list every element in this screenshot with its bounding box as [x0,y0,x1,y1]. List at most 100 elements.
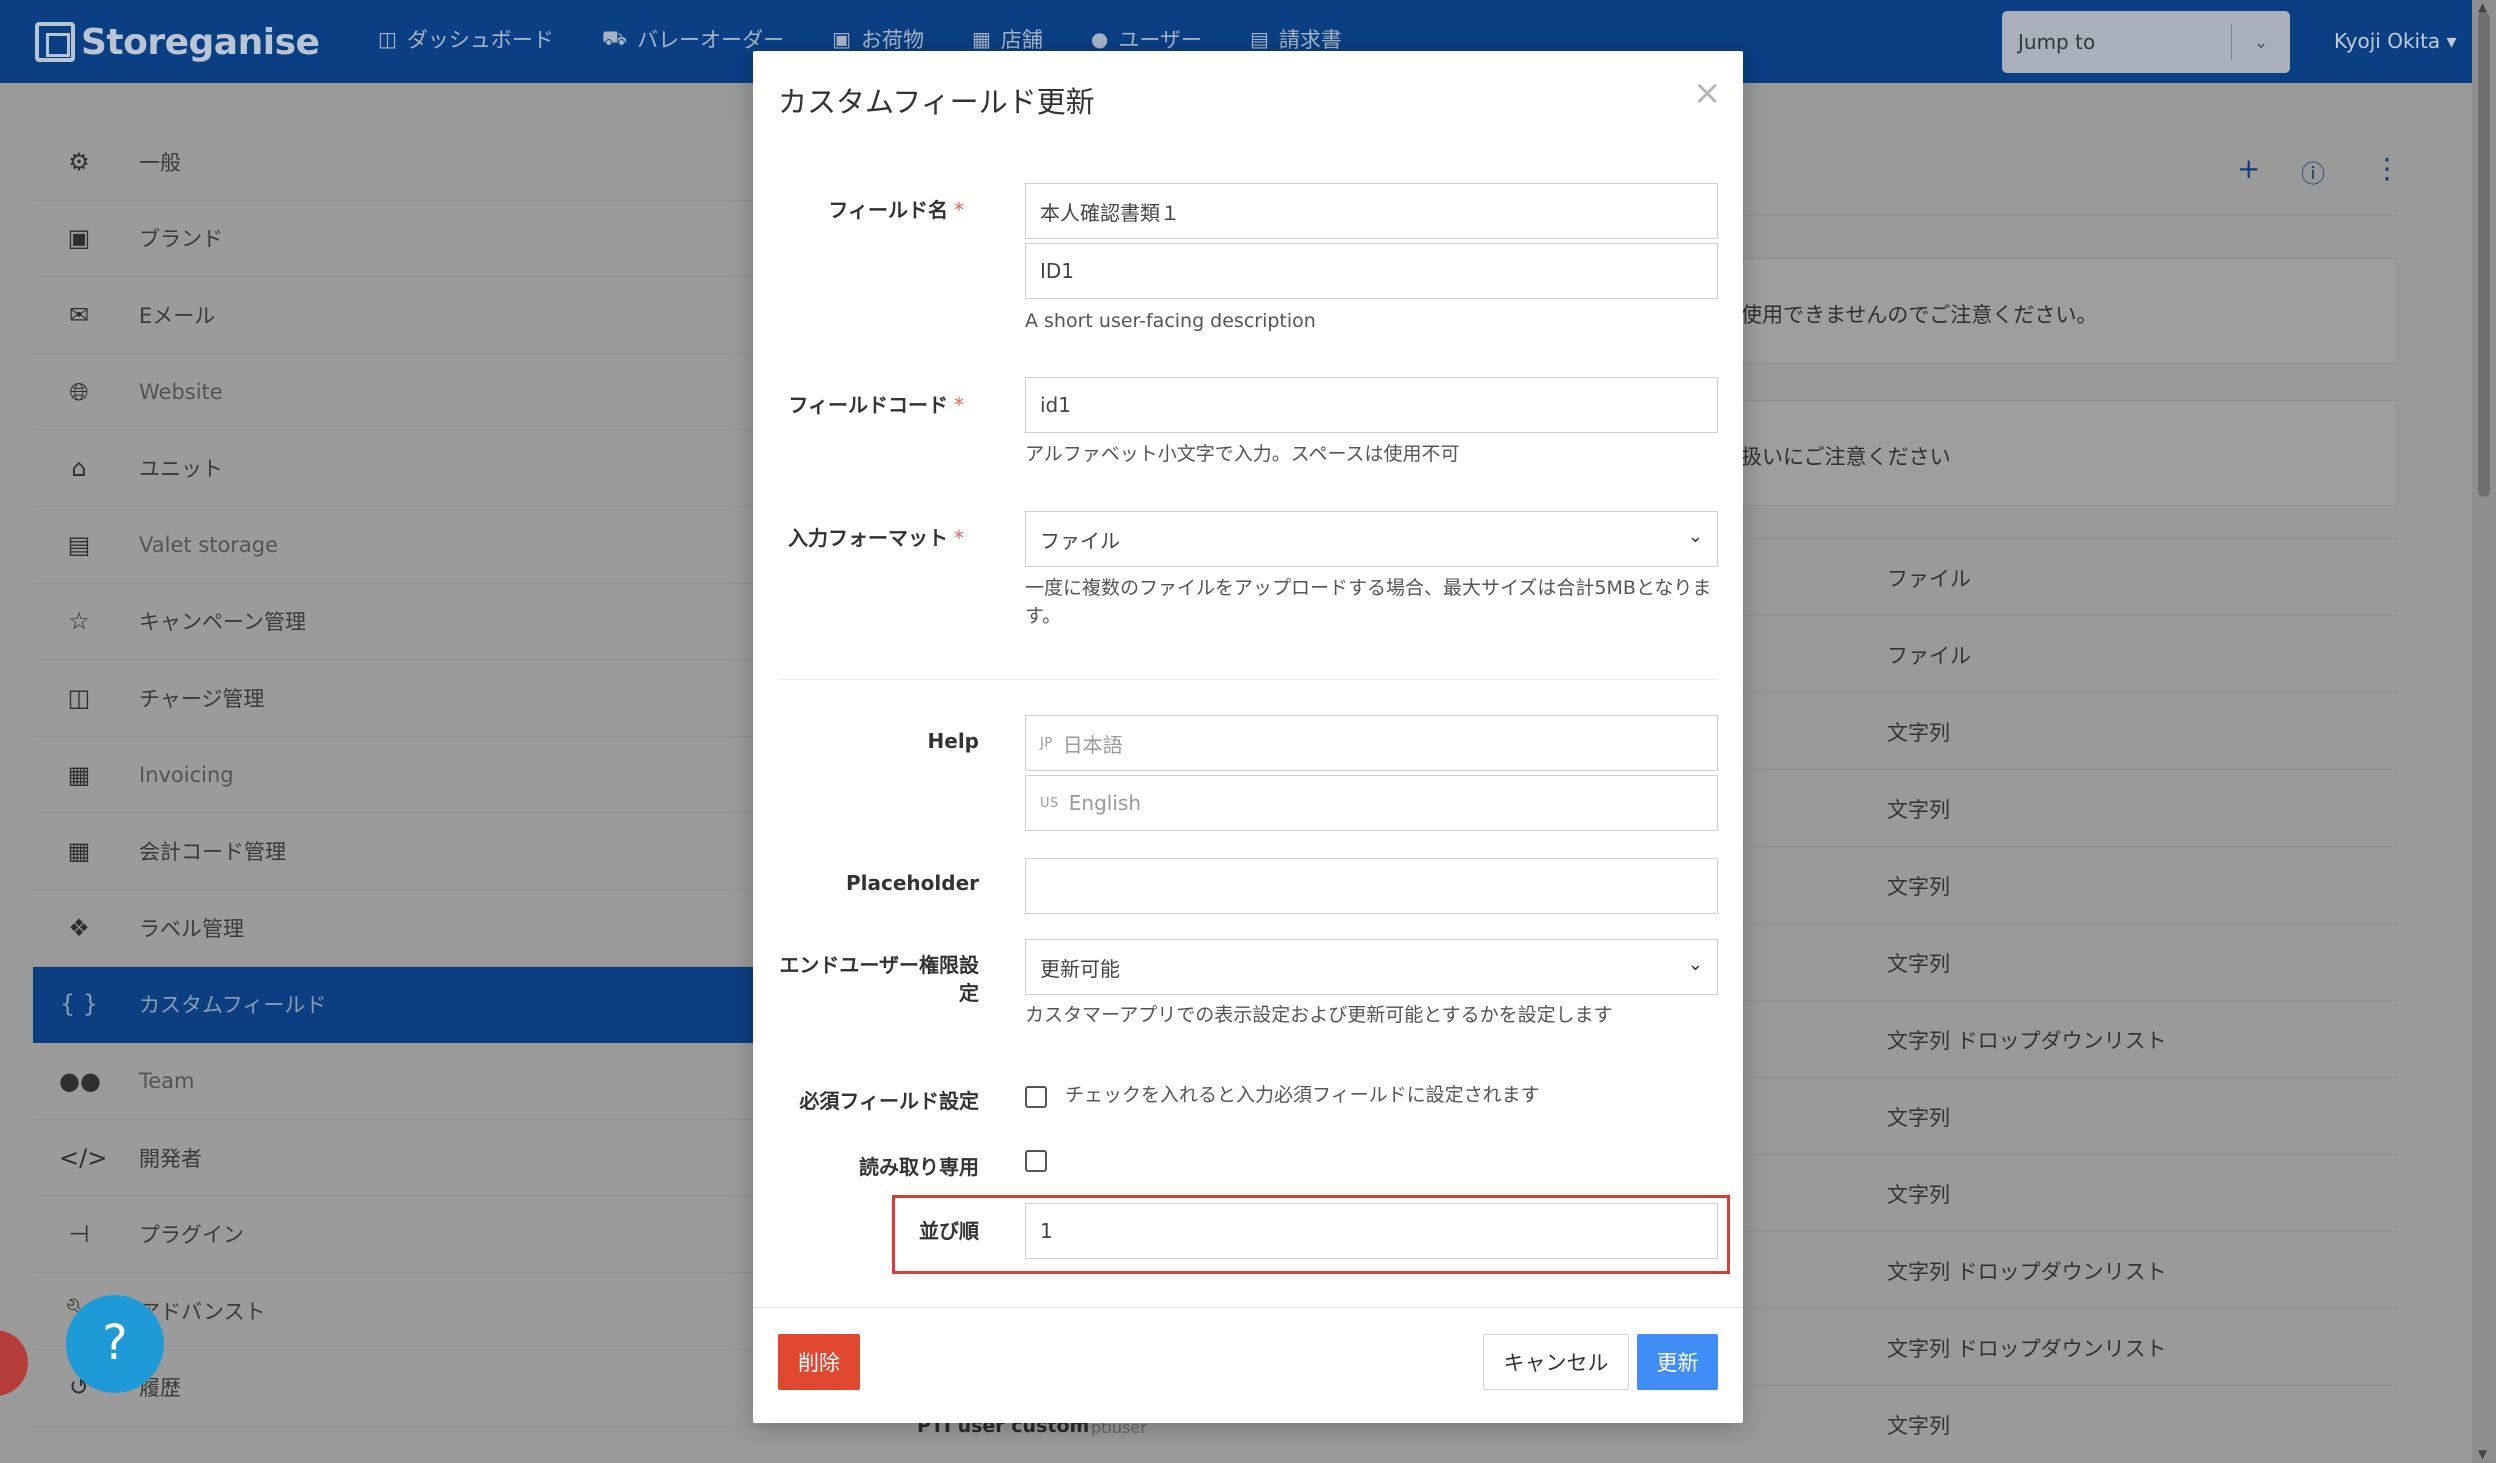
field-name-jp-input[interactable]: 本人確認書類１ [1025,183,1718,239]
nav-items[interactable]: ▣ お荷物 [832,24,924,54]
format-cell: 文字列 ドロップダウンリスト [1887,1029,2167,1053]
input-value: id1 [1040,393,1071,417]
notice-text: 扱いにご注意ください [1741,445,1951,469]
sidebar-item-accounting-codes[interactable]: ▦ 会計コード管理 [33,813,853,890]
required-marker: * [954,393,964,417]
nav-invoices[interactable]: ▤ 請求書 [1250,24,1342,54]
section-divider [778,679,1718,680]
sidebar-item-label: チャージ管理 [139,686,265,711]
sidebar-item-label: Team [139,1068,195,1093]
sidebar-item-website[interactable]: 🌐︎ Website [33,354,853,431]
plug-icon: ⊣ [68,1220,90,1249]
field-name-en-input[interactable]: ID1 [1025,243,1718,299]
nav-label: バレーオーダー [637,28,785,52]
label-text: フィールド名 [828,198,948,222]
sidebar-item-team[interactable]: ●● Team [33,1043,853,1120]
sidebar-item-charges[interactable]: ◫ チャージ管理 [33,660,853,737]
sidebar-item-label: ブランド [139,227,223,252]
us-flag: US [1040,795,1059,811]
input-format-select[interactable]: ファイル ⌄ [1025,511,1718,567]
end-user-permission-hint: カスタマーアプリでの表示設定および更新可能とするかを設定します [1025,1004,1613,1026]
label-text: 入力フォーマット [788,526,948,550]
delete-button[interactable]: 削除 [778,1334,860,1390]
readonly-checkbox[interactable] [1025,1150,1047,1172]
input-value: 本人確認書類１ [1040,200,1180,225]
record-button[interactable] [0,1330,28,1396]
field-code-input[interactable]: id1 [1025,377,1718,433]
help-jp-input[interactable]: JP 日本語 [1025,715,1718,771]
sidebar-item-label: Valet storage [139,532,279,557]
required-field-label: 必須フィールド設定 [799,1089,979,1113]
placeholder-input[interactable] [1025,858,1718,914]
sidebar-item-labels[interactable]: ❖ ラベル管理 [33,890,853,967]
field-code-hint: アルファベット小文字で入力。スペースは使用不可 [1025,443,1460,465]
sidebar-item-invoicing[interactable]: ▦ Invoicing [33,737,853,814]
sidebar-item-plugins[interactable]: ⊣ プラグイン [33,1196,853,1273]
sidebar-item-label: キャンペーン管理 [139,610,306,635]
user-menu[interactable]: Kyoji Okita ▾ [2334,29,2457,53]
sidebar-item-campaigns[interactable]: ☆ キャンペーン管理 [33,584,853,661]
sidebar-item-label: Website [139,379,223,404]
box-icon: ▣ [832,27,851,51]
cancel-button[interactable]: キャンセル [1483,1334,1629,1390]
custom-field-update-modal: カスタムフィールド更新 × フィールド名 * 本人確認書類１ ID1 A shor… [753,51,1743,1423]
help-button[interactable]: ? [66,1295,164,1393]
sidebar-item-custom-fields[interactable]: { } カスタムフィールド [33,966,853,1044]
nav-label: お荷物 [860,28,924,52]
input-placeholder: English [1068,791,1141,815]
sidebar-item-label: Invoicing [139,762,234,787]
nav-users[interactable]: ● ユーザー [1091,24,1202,54]
end-user-permission-label: エンドユーザー権限設定 [779,951,979,1007]
jump-to-select[interactable]: Jump to ⌄ [2002,11,2290,73]
sidebar-item-developers[interactable]: </> 開発者 [33,1120,853,1197]
nav-dashboard[interactable]: ◫ ダッシュボード [378,24,554,54]
required-marker: * [954,526,964,550]
scroll-down-icon[interactable]: ▼ [2478,1447,2487,1461]
modal-title: カスタムフィールド更新 [778,85,1095,119]
nav-label: 店舗 [1000,28,1043,52]
format-cell: 文字列 [1887,1106,1950,1130]
sidebar-item-brand[interactable]: ▣ ブランド [33,201,853,278]
nav-sites[interactable]: ▦ 店舗 [972,24,1043,54]
tags-icon: ❖ [68,913,90,942]
chevron-down-icon: ⌄ [1687,526,1703,547]
user-name: Kyoji Okita [2334,29,2441,53]
close-icon[interactable]: × [1693,73,1722,113]
scroll-thumb[interactable] [2478,12,2490,497]
select-value: ファイル [1040,528,1120,553]
label-text-line1: エンドユーザー権限設 [779,953,979,977]
sidebar-item-label: 会計コード管理 [139,840,286,865]
sidebar-item-valet-storage[interactable]: ▤ Valet storage [33,507,853,584]
more-vertical-icon[interactable]: ⋮ [2373,152,2401,185]
sidebar-item-general[interactable]: ⚙ 一般 [33,124,853,201]
input-placeholder: 日本語 [1062,732,1123,757]
user-icon: ● [1090,27,1109,51]
update-button[interactable]: 更新 [1637,1334,1718,1390]
caret-down-icon: ▾ [2446,29,2457,53]
brand-logo[interactable]: Storeganise [35,18,320,66]
globe-icon: 🌐︎ [69,377,89,406]
sidebar-item-label: 開発者 [139,1146,202,1171]
chevron-down-icon[interactable]: ⌄ [2232,32,2290,53]
gear-icon: ⚙ [68,147,90,176]
money-icon: ◫ [67,683,91,712]
sidebar-item-label: ユニット [139,457,223,482]
chevron-down-icon: ⌄ [1687,954,1703,975]
help-en-input[interactable]: US English [1025,775,1718,831]
placeholder-label: Placeholder [845,871,979,895]
input-format-label: 入力フォーマット * [788,522,964,551]
required-checkbox[interactable] [1025,1086,1047,1108]
nav-valet-orders[interactable]: ⛟ バレーオーダー [602,24,784,54]
end-user-permission-select[interactable]: 更新可能 ⌄ [1025,939,1718,995]
nav-label: 請求書 [1278,28,1342,52]
help-label: Help [927,729,979,753]
sidebar-item-label: ラベル管理 [139,916,244,941]
page-scrollbar[interactable]: ▲ ▼ [2472,0,2496,1463]
help-circle-icon[interactable]: ⓘ [2301,154,2325,189]
jp-flag: JP [1040,735,1053,751]
label-text: フィールドコード [788,393,948,417]
sidebar-item-email[interactable]: ✉ Eメール [33,277,853,354]
sidebar-item-units[interactable]: ⌂ ユニット [33,430,853,507]
plus-icon[interactable]: + [2237,152,2260,185]
format-cell: ファイル [1887,567,1971,591]
